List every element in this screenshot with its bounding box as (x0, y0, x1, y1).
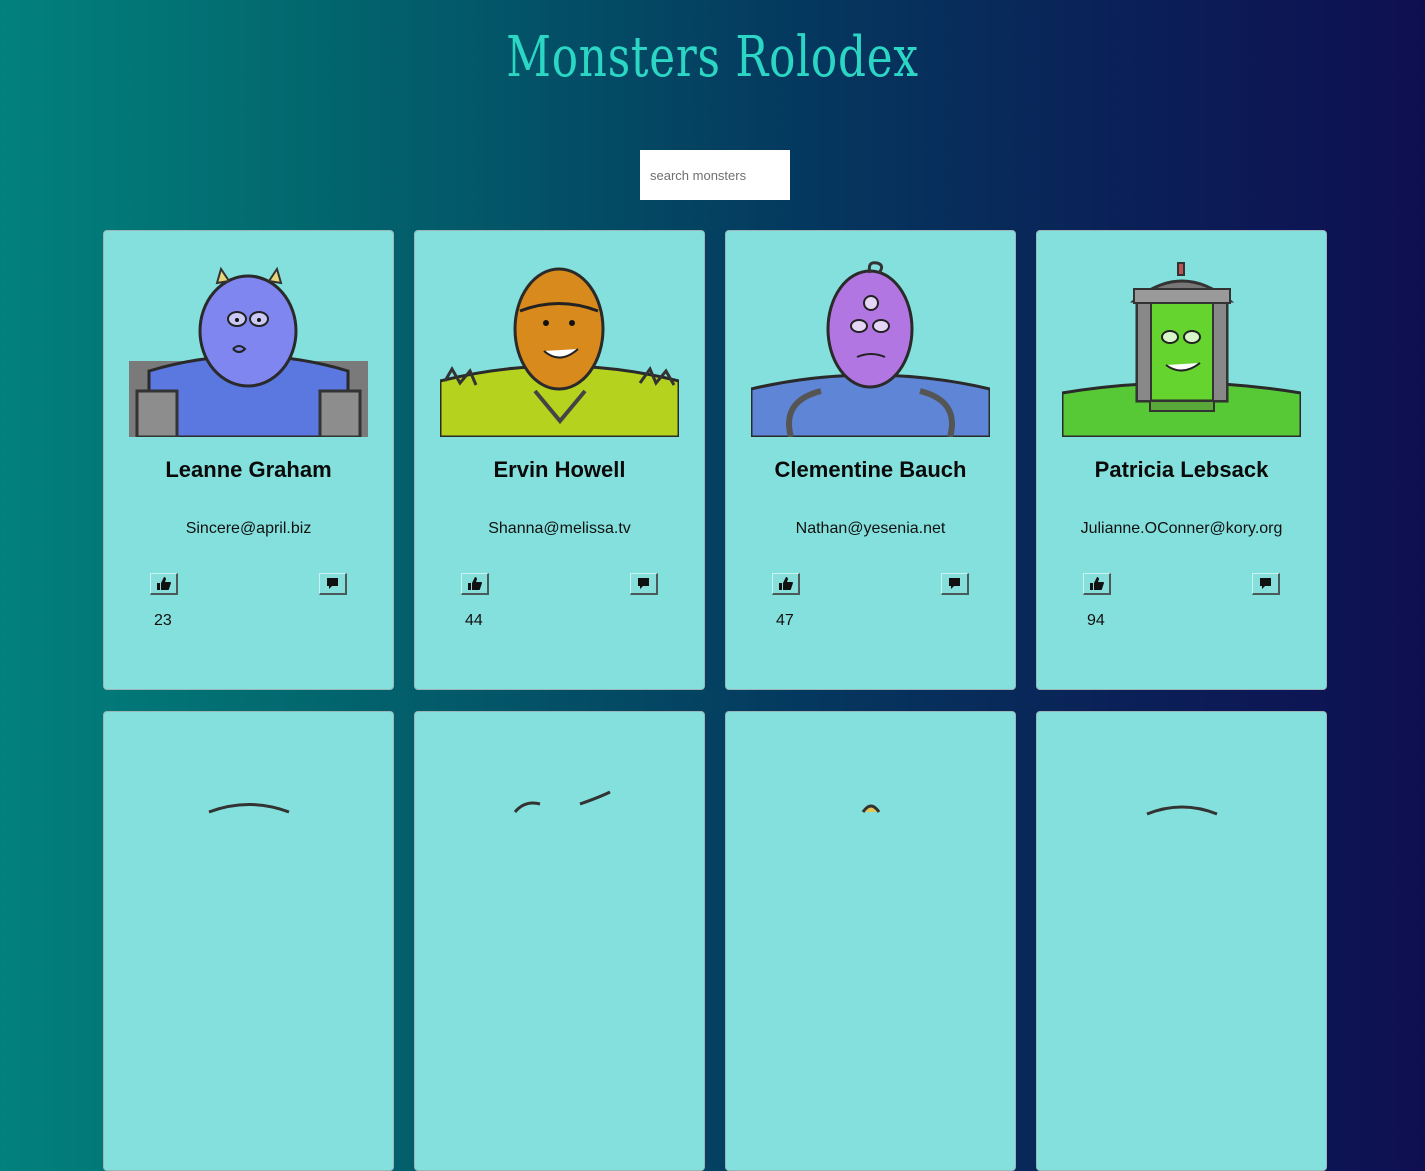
monster-card[interactable]: Patricia Lebsack Julianne.OConner@kory.o… (1036, 230, 1327, 690)
monster-card[interactable]: Leanne Graham Sincere@april.biz 23 (103, 230, 394, 690)
avatar-head (826, 269, 914, 389)
comment-icon (1260, 578, 1271, 589)
app-title: Monsters Rolodex (506, 25, 919, 90)
avatar-head (198, 274, 298, 388)
like-count: 44 (465, 612, 483, 629)
monster-avatar (1062, 262, 1301, 437)
monster-email: Julianne.OConner@kory.org (1080, 520, 1283, 537)
like-button[interactable] (150, 573, 178, 595)
thumbs-up-icon (467, 577, 482, 590)
comment-icon (949, 578, 960, 589)
monster-email: Sincere@april.biz (185, 520, 312, 537)
monster-avatar (1146, 805, 1218, 816)
monster-email: Nathan@yesenia.net (795, 520, 946, 537)
monster-card[interactable]: Clementine Bauch Nathan@yesenia.net 47 (725, 230, 1016, 690)
monster-email: Shanna@melissa.tv (488, 520, 631, 537)
comment-icon (327, 578, 338, 589)
monster-name: Leanne Graham (165, 457, 332, 482)
monster-card[interactable] (414, 711, 705, 1171)
like-count: 47 (776, 612, 794, 629)
like-button[interactable] (1083, 573, 1111, 595)
thumbs-up-icon (156, 577, 171, 590)
comment-button[interactable] (319, 573, 347, 595)
thumbs-up-icon (1089, 577, 1104, 590)
like-count: 23 (154, 612, 172, 629)
comment-button[interactable] (1252, 573, 1280, 595)
monster-avatar (440, 267, 679, 437)
monster-card[interactable] (1036, 711, 1327, 1171)
comment-icon (638, 578, 649, 589)
monster-card-list: Leanne Graham Sincere@april.biz 23 Ervin… (103, 230, 1327, 1171)
monster-avatar (129, 266, 368, 437)
monster-card[interactable] (725, 711, 1016, 1171)
monster-avatar (513, 790, 611, 814)
monster-avatar (861, 804, 881, 813)
like-button[interactable] (461, 573, 489, 595)
search-input[interactable] (640, 150, 790, 200)
comment-button[interactable] (630, 573, 658, 595)
thumbs-up-icon (778, 577, 793, 590)
like-count: 94 (1087, 612, 1105, 629)
monster-avatar (208, 803, 290, 814)
avatar-head (513, 267, 605, 391)
like-button[interactable] (772, 573, 800, 595)
monster-name: Patricia Lebsack (1094, 457, 1269, 482)
monster-name: Ervin Howell (493, 457, 626, 482)
comment-button[interactable] (941, 573, 969, 595)
monster-name: Clementine Bauch (774, 457, 967, 482)
monster-avatar (751, 261, 990, 437)
monster-card[interactable] (103, 711, 394, 1171)
monster-card[interactable]: Ervin Howell Shanna@melissa.tv 44 (414, 230, 705, 690)
